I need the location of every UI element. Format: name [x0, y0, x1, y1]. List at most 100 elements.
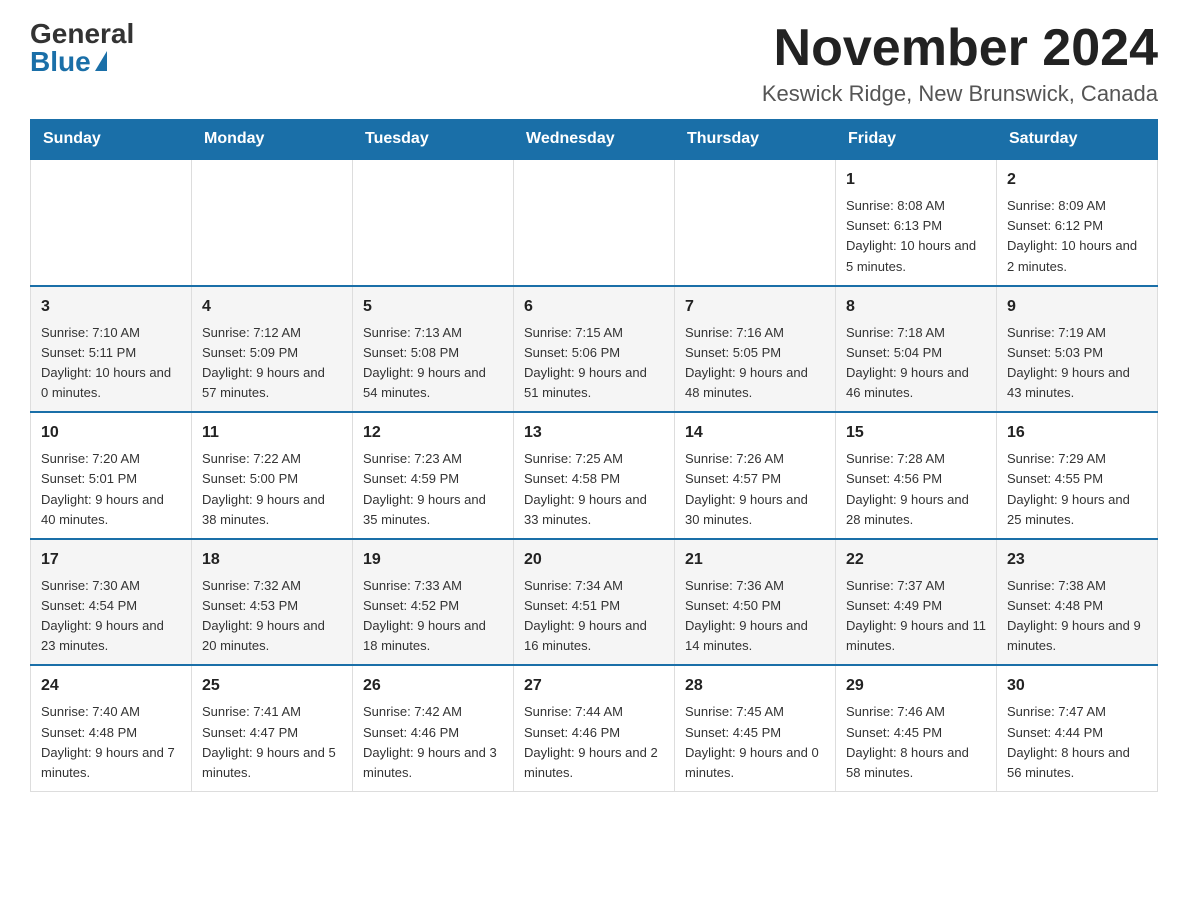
- calendar-cell: 20 Sunrise: 7:34 AM Sunset: 4:51 PM Dayli…: [514, 539, 675, 666]
- calendar-cell: 8 Sunrise: 7:18 AM Sunset: 5:04 PM Daylig…: [836, 286, 997, 413]
- day-number: 8: [846, 295, 986, 319]
- day-info: Sunrise: 7:38 AM Sunset: 4:48 PM Dayligh…: [1007, 576, 1147, 657]
- day-number: 5: [363, 295, 503, 319]
- calendar-cell: [675, 159, 836, 286]
- day-number: 21: [685, 548, 825, 572]
- day-number: 26: [363, 674, 503, 698]
- logo-general-text: General: [30, 20, 134, 48]
- calendar-cell: 11Sunrise: 7:22 AM Sunset: 5:00 PM Dayli…: [192, 412, 353, 539]
- calendar-cell: 22 Sunrise: 7:37 AM Sunset: 4:49 PM Dayli…: [836, 539, 997, 666]
- location-title: Keswick Ridge, New Brunswick, Canada: [762, 81, 1158, 107]
- calendar-cell: 3Sunrise: 7:10 AM Sunset: 5:11 PM Daylig…: [31, 286, 192, 413]
- calendar-cell: 15 Sunrise: 7:28 AM Sunset: 4:56 PM Dayli…: [836, 412, 997, 539]
- col-wednesday: Wednesday: [514, 120, 675, 160]
- calendar-cell: 21 Sunrise: 7:36 AM Sunset: 4:50 PM Dayli…: [675, 539, 836, 666]
- title-section: November 2024 Keswick Ridge, New Brunswi…: [762, 20, 1158, 107]
- day-number: 15: [846, 421, 986, 445]
- day-info: Sunrise: 7:15 AM Sunset: 5:06 PM Dayligh…: [524, 323, 664, 404]
- day-number: 18: [202, 548, 342, 572]
- day-number: 10: [41, 421, 181, 445]
- calendar-cell: 30Sunrise: 7:47 AM Sunset: 4:44 PM Dayli…: [997, 665, 1158, 791]
- logo-blue-text: Blue: [30, 48, 107, 76]
- day-number: 22: [846, 548, 986, 572]
- day-info: Sunrise: 7:13 AM Sunset: 5:08 PM Dayligh…: [363, 323, 503, 404]
- calendar-cell: 16Sunrise: 7:29 AM Sunset: 4:55 PM Dayli…: [997, 412, 1158, 539]
- day-info: Sunrise: 7:40 AM Sunset: 4:48 PM Dayligh…: [41, 702, 181, 783]
- day-info: Sunrise: 8:08 AM Sunset: 6:13 PM Dayligh…: [846, 196, 986, 277]
- calendar-cell: 14 Sunrise: 7:26 AM Sunset: 4:57 PM Dayli…: [675, 412, 836, 539]
- calendar-cell: 18 Sunrise: 7:32 AM Sunset: 4:53 PM Dayli…: [192, 539, 353, 666]
- calendar-cell: 7Sunrise: 7:16 AM Sunset: 5:05 PM Daylig…: [675, 286, 836, 413]
- col-thursday: Thursday: [675, 120, 836, 160]
- day-number: 27: [524, 674, 664, 698]
- day-number: 29: [846, 674, 986, 698]
- col-sunday: Sunday: [31, 120, 192, 160]
- day-info: Sunrise: 7:32 AM Sunset: 4:53 PM Dayligh…: [202, 576, 342, 657]
- calendar-week-2: 3Sunrise: 7:10 AM Sunset: 5:11 PM Daylig…: [31, 286, 1158, 413]
- col-monday: Monday: [192, 120, 353, 160]
- day-number: 30: [1007, 674, 1147, 698]
- calendar-cell: [514, 159, 675, 286]
- calendar-cell: 4 Sunrise: 7:12 AM Sunset: 5:09 PM Daylig…: [192, 286, 353, 413]
- day-info: Sunrise: 7:10 AM Sunset: 5:11 PM Dayligh…: [41, 323, 181, 404]
- day-number: 4: [202, 295, 342, 319]
- calendar-cell: 17Sunrise: 7:30 AM Sunset: 4:54 PM Dayli…: [31, 539, 192, 666]
- calendar-cell: 29 Sunrise: 7:46 AM Sunset: 4:45 PM Dayli…: [836, 665, 997, 791]
- day-number: 28: [685, 674, 825, 698]
- calendar-cell: 2 Sunrise: 8:09 AM Sunset: 6:12 PM Daylig…: [997, 159, 1158, 286]
- day-info: Sunrise: 8:09 AM Sunset: 6:12 PM Dayligh…: [1007, 196, 1147, 277]
- calendar-cell: 23 Sunrise: 7:38 AM Sunset: 4:48 PM Dayli…: [997, 539, 1158, 666]
- calendar-cell: 27 Sunrise: 7:44 AM Sunset: 4:46 PM Dayli…: [514, 665, 675, 791]
- col-tuesday: Tuesday: [353, 120, 514, 160]
- day-number: 6: [524, 295, 664, 319]
- day-number: 25: [202, 674, 342, 698]
- calendar-header: Sunday Monday Tuesday Wednesday Thursday…: [31, 120, 1158, 160]
- day-info: Sunrise: 7:44 AM Sunset: 4:46 PM Dayligh…: [524, 702, 664, 783]
- day-number: 1: [846, 168, 986, 192]
- day-number: 17: [41, 548, 181, 572]
- calendar-cell: 1 Sunrise: 8:08 AM Sunset: 6:13 PM Daylig…: [836, 159, 997, 286]
- calendar-week-1: 1 Sunrise: 8:08 AM Sunset: 6:13 PM Daylig…: [31, 159, 1158, 286]
- calendar-cell: [353, 159, 514, 286]
- calendar-cell: 25 Sunrise: 7:41 AM Sunset: 4:47 PM Dayli…: [192, 665, 353, 791]
- calendar-week-3: 10 Sunrise: 7:20 AM Sunset: 5:01 PM Dayli…: [31, 412, 1158, 539]
- calendar-cell: 6 Sunrise: 7:15 AM Sunset: 5:06 PM Daylig…: [514, 286, 675, 413]
- day-info: Sunrise: 7:25 AM Sunset: 4:58 PM Dayligh…: [524, 449, 664, 530]
- day-info: Sunrise: 7:20 AM Sunset: 5:01 PM Dayligh…: [41, 449, 181, 530]
- calendar-cell: 28 Sunrise: 7:45 AM Sunset: 4:45 PM Dayli…: [675, 665, 836, 791]
- day-info: Sunrise: 7:34 AM Sunset: 4:51 PM Dayligh…: [524, 576, 664, 657]
- calendar-week-4: 17Sunrise: 7:30 AM Sunset: 4:54 PM Dayli…: [31, 539, 1158, 666]
- logo: General Blue: [30, 20, 134, 76]
- col-friday: Friday: [836, 120, 997, 160]
- day-number: 24: [41, 674, 181, 698]
- calendar-cell: 24 Sunrise: 7:40 AM Sunset: 4:48 PM Dayli…: [31, 665, 192, 791]
- day-info: Sunrise: 7:28 AM Sunset: 4:56 PM Dayligh…: [846, 449, 986, 530]
- day-number: 2: [1007, 168, 1147, 192]
- calendar-table: Sunday Monday Tuesday Wednesday Thursday…: [30, 119, 1158, 792]
- col-saturday: Saturday: [997, 120, 1158, 160]
- calendar-cell: 9Sunrise: 7:19 AM Sunset: 5:03 PM Daylig…: [997, 286, 1158, 413]
- day-number: 19: [363, 548, 503, 572]
- day-number: 9: [1007, 295, 1147, 319]
- header-row: Sunday Monday Tuesday Wednesday Thursday…: [31, 120, 1158, 160]
- day-info: Sunrise: 7:33 AM Sunset: 4:52 PM Dayligh…: [363, 576, 503, 657]
- day-info: Sunrise: 7:12 AM Sunset: 5:09 PM Dayligh…: [202, 323, 342, 404]
- day-info: Sunrise: 7:23 AM Sunset: 4:59 PM Dayligh…: [363, 449, 503, 530]
- day-number: 23: [1007, 548, 1147, 572]
- page-header: General Blue November 2024 Keswick Ridge…: [30, 20, 1158, 107]
- day-info: Sunrise: 7:26 AM Sunset: 4:57 PM Dayligh…: [685, 449, 825, 530]
- calendar-cell: 5 Sunrise: 7:13 AM Sunset: 5:08 PM Daylig…: [353, 286, 514, 413]
- day-info: Sunrise: 7:45 AM Sunset: 4:45 PM Dayligh…: [685, 702, 825, 783]
- calendar-week-5: 24 Sunrise: 7:40 AM Sunset: 4:48 PM Dayli…: [31, 665, 1158, 791]
- day-info: Sunrise: 7:37 AM Sunset: 4:49 PM Dayligh…: [846, 576, 986, 657]
- day-info: Sunrise: 7:46 AM Sunset: 4:45 PM Dayligh…: [846, 702, 986, 783]
- calendar-cell: 12Sunrise: 7:23 AM Sunset: 4:59 PM Dayli…: [353, 412, 514, 539]
- day-info: Sunrise: 7:16 AM Sunset: 5:05 PM Dayligh…: [685, 323, 825, 404]
- day-info: Sunrise: 7:18 AM Sunset: 5:04 PM Dayligh…: [846, 323, 986, 404]
- day-number: 14: [685, 421, 825, 445]
- calendar-cell: 10 Sunrise: 7:20 AM Sunset: 5:01 PM Dayli…: [31, 412, 192, 539]
- day-number: 20: [524, 548, 664, 572]
- calendar-cell: [31, 159, 192, 286]
- day-info: Sunrise: 7:41 AM Sunset: 4:47 PM Dayligh…: [202, 702, 342, 783]
- day-info: Sunrise: 7:36 AM Sunset: 4:50 PM Dayligh…: [685, 576, 825, 657]
